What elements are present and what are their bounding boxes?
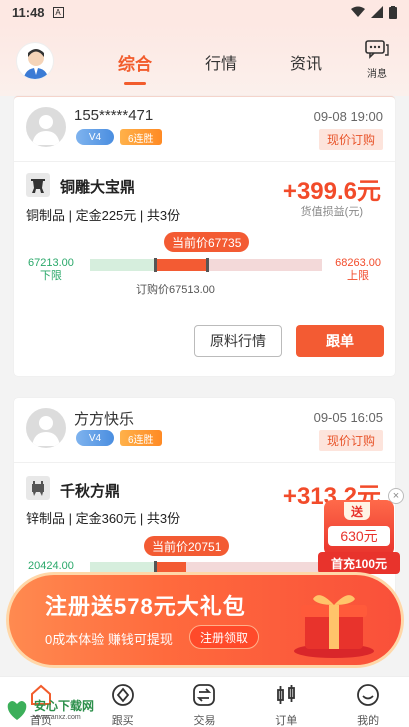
status-icons <box>351 5 397 19</box>
current-price: 当前价20751 <box>144 536 230 556</box>
avatar-icon <box>23 49 49 79</box>
upper-limit: 68263.00 上限 <box>335 257 381 283</box>
product-name: 千秋方鼎 <box>60 483 121 500</box>
streak-badge: 6连胜 <box>120 129 162 145</box>
nav-label: 我的 <box>357 715 380 727</box>
banner-subtitle: 0成本体验 赚钱可提现 <box>45 632 173 647</box>
bronze-cauldron-icon <box>26 173 50 197</box>
divider <box>14 462 395 463</box>
diamond-icon <box>111 684 134 706</box>
product-name: 铜雕大宝鼎 <box>60 179 136 196</box>
order-type-badge: 现价订购 <box>318 129 383 150</box>
signal-icon <box>371 6 383 18</box>
gift-tag: 送 <box>344 502 370 520</box>
follow-button[interactable]: 跟单 <box>296 325 384 357</box>
watermark-logo-icon <box>7 701 27 720</box>
register-banner[interactable]: 注册送578元大礼包 0成本体验 赚钱可提现 注册领取 <box>6 572 404 668</box>
market-button[interactable]: 原料行情 <box>194 325 282 357</box>
watermark-title: 安心下载网 <box>34 699 95 713</box>
watermark: 安心下载网 www.anxz.com <box>4 694 94 724</box>
tab-market[interactable]: 行情 <box>187 46 255 79</box>
buy-price: 订购价67513.00 <box>136 284 215 296</box>
lower-value: 67213.00 <box>28 257 74 269</box>
lower-label: 下限 <box>39 270 62 282</box>
tab-overview[interactable]: 综合 <box>100 46 170 79</box>
battery-icon <box>389 5 397 19</box>
current-price-marker <box>206 258 209 272</box>
order-type-badge: 现价订购 <box>318 430 383 451</box>
user-name: 方方快乐 <box>74 411 135 428</box>
profit-value: +399.6元 <box>282 178 381 205</box>
level-badge: V4 <box>76 430 114 446</box>
exchange-icon <box>193 684 216 706</box>
price-range-bar <box>90 258 322 272</box>
gift-amount: 630元 <box>328 526 390 546</box>
order-time: 09-05 16:05 <box>313 410 383 425</box>
user-avatar[interactable] <box>16 42 54 80</box>
bar-current-segment <box>156 259 208 271</box>
gift-box-icon <box>294 595 374 658</box>
tab-news[interactable]: 资讯 <box>272 46 340 79</box>
user-avatar-placeholder[interactable] <box>26 408 66 448</box>
nav-trade[interactable]: 交易 <box>164 677 246 727</box>
message-label: 消息 <box>367 69 387 80</box>
smile-icon <box>357 684 379 706</box>
chat-icon <box>365 40 389 59</box>
nav-follow[interactable]: 跟买 <box>82 677 164 727</box>
default-avatar-icon <box>32 115 60 145</box>
upper-value: 68263.00 <box>335 257 381 269</box>
card-user-row: 方方快乐 V4 6连胜 09-05 16:05 现价订购 <box>26 406 383 456</box>
first-deposit-widget[interactable]: 送 630元 首充100元 <box>318 500 400 575</box>
card-user-row: 155*****471 V4 6连胜 09-08 19:00 现价订购 <box>26 105 383 155</box>
streak-badge: 6连胜 <box>120 430 162 446</box>
status-time: 11:48 <box>12 4 45 20</box>
nav-label: 跟买 <box>111 715 134 727</box>
profit-label: 货值损益(元) <box>300 206 363 218</box>
product-meta: 锌制品 | 定金360元 | 共3份 <box>26 511 181 526</box>
product-meta: 铜制品 | 定金225元 | 共3份 <box>26 208 181 223</box>
divider <box>14 161 395 162</box>
main-tabs: 综合 行情 资讯 <box>100 46 340 79</box>
candlestick-icon <box>277 685 296 704</box>
trade-card[interactable]: 155*****471 V4 6连胜 09-08 19:00 现价订购 铜雕大宝… <box>14 96 395 376</box>
nav-orders[interactable]: 订单 <box>245 677 327 727</box>
nav-profile[interactable]: 我的 <box>327 677 409 727</box>
register-button[interactable]: 注册领取 <box>189 625 260 649</box>
square-cauldron-icon <box>26 476 50 500</box>
order-time: 09-08 19:00 <box>313 109 383 124</box>
lower-limit: 67213.00 下限 <box>28 257 74 283</box>
wifi-icon <box>351 6 365 17</box>
buy-price-marker <box>154 258 157 272</box>
first-deposit-button[interactable]: 首充100元 <box>318 552 400 574</box>
default-avatar-icon <box>32 416 60 446</box>
watermark-url: www.anxz.com <box>34 714 81 721</box>
nav-label: 交易 <box>193 715 216 727</box>
top-header: 综合 行情 资讯 消息 <box>0 24 409 96</box>
message-button[interactable]: 消息 <box>359 40 395 80</box>
status-bar: 11:48 A <box>0 0 409 24</box>
notification-icon: A <box>52 6 64 18</box>
nav-label: 订单 <box>275 715 298 727</box>
bar-upper-segment <box>208 259 322 271</box>
user-name: 155*****471 <box>74 107 154 124</box>
current-price: 当前价67735 <box>164 232 250 252</box>
bar-lower-segment <box>90 259 156 271</box>
banner-title: 注册送578元大礼包 <box>45 594 246 619</box>
upper-label: 上限 <box>347 270 370 282</box>
user-avatar-placeholder[interactable] <box>26 107 66 147</box>
level-badge: V4 <box>76 129 114 145</box>
